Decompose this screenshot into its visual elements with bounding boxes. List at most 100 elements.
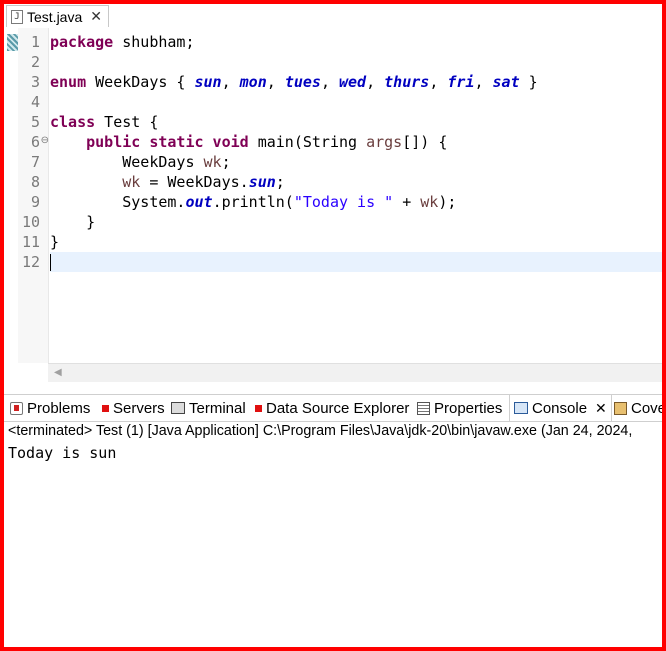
- keyword: class: [50, 113, 96, 131]
- keyword: package: [50, 33, 114, 51]
- code-text: +: [393, 193, 421, 211]
- editor-tab-label: Test.java: [27, 8, 83, 25]
- line-number: 1: [30, 33, 40, 51]
- code-text: System.: [122, 193, 186, 211]
- parameter: args: [366, 133, 403, 151]
- line-number: 9: [30, 193, 40, 211]
- code-line-7: WeekDays wk;: [50, 152, 231, 172]
- code-text-area[interactable]: package shubham; enum WeekDays { sun, mo…: [50, 28, 662, 363]
- keyword: public static void: [86, 133, 249, 151]
- code-text: ;: [221, 153, 231, 171]
- problems-icon: [10, 401, 23, 415]
- text-caret: [50, 254, 51, 271]
- java-file-icon: J: [11, 9, 23, 24]
- code-text: );: [438, 193, 457, 211]
- tab-properties[interactable]: Properties: [417, 395, 502, 421]
- code-text: WeekDays {: [86, 73, 195, 91]
- properties-icon: [417, 401, 430, 415]
- terminal-icon: [171, 402, 185, 414]
- tab-label: Terminal: [189, 399, 246, 417]
- enum-constant: wed: [339, 73, 367, 91]
- line-number: 8: [30, 173, 40, 191]
- code-text: shubham;: [113, 33, 195, 51]
- enum-constant: mon: [239, 73, 267, 91]
- line-number: 10: [21, 213, 40, 231]
- code-text: ,: [266, 73, 285, 91]
- line-number: 11: [21, 233, 40, 251]
- code-editor[interactable]: 1 2 3 4 5 6 ⊖ 7 8 9 10 11 12 package shu…: [4, 28, 662, 363]
- tab-label: Cove: [631, 399, 662, 417]
- console-output[interactable]: Today is sun: [8, 444, 116, 462]
- scroll-left-arrow-icon[interactable]: ◀: [54, 367, 62, 378]
- close-icon[interactable]: ✕: [90, 8, 102, 25]
- tab-label: Problems: [27, 399, 91, 417]
- code-text: }: [519, 73, 538, 91]
- tab-problems[interactable]: Problems: [10, 395, 90, 421]
- coverage-icon: [614, 401, 627, 415]
- tab-label: Servers: [113, 399, 165, 417]
- code-text: ;: [275, 173, 285, 191]
- tab-label: Properties: [434, 399, 503, 417]
- tab-coverage[interactable]: Cove: [614, 395, 662, 421]
- code-line-10: }: [50, 213, 96, 231]
- keyword: enum: [50, 73, 87, 91]
- tab-data-source-explorer[interactable]: Data Source Explorer: [255, 395, 409, 421]
- editor-tab-bar: J Test.java ✕: [4, 4, 662, 29]
- line-number: 6: [30, 133, 40, 151]
- enum-constant: sun: [194, 73, 222, 91]
- enum-constant: tues: [284, 73, 321, 91]
- code-text: .println(: [212, 193, 294, 211]
- view-tab-strip: Problems Servers Terminal Data Source Ex…: [4, 394, 662, 422]
- code-text: ,: [429, 73, 448, 91]
- local-variable: wk: [122, 173, 141, 191]
- line-number: 3: [30, 73, 40, 91]
- code-text: ,: [320, 73, 339, 91]
- code-line-9: System.out.println("Today is " + wk);: [50, 192, 456, 212]
- console-description: <terminated> Test (1) [Java Application]…: [8, 423, 633, 439]
- code-text: = WeekDays.: [140, 173, 249, 191]
- code-text: []) {: [402, 133, 448, 151]
- code-line-11: }: [50, 233, 60, 251]
- tab-console[interactable]: Console ✕: [509, 395, 612, 421]
- tab-label: Data Source Explorer: [266, 399, 410, 417]
- code-text: ,: [221, 73, 240, 91]
- line-number: 7: [30, 153, 40, 171]
- tab-terminal[interactable]: Terminal: [171, 395, 246, 421]
- static-field: out: [185, 193, 213, 211]
- horizontal-scrollbar[interactable]: ◀: [48, 363, 662, 382]
- enum-constant: thurs: [384, 73, 430, 91]
- enum-constant: fri: [447, 73, 475, 91]
- line-number-gutter: 1 2 3 4 5 6 ⊖ 7 8 9 10 11 12: [18, 28, 49, 363]
- code-line-1: package shubham;: [50, 32, 195, 52]
- code-text: WeekDays: [122, 153, 204, 171]
- tab-label: Console: [532, 399, 588, 417]
- code-line-12-current: [50, 252, 662, 272]
- enum-constant: sun: [248, 173, 276, 191]
- line-number: 4: [30, 93, 40, 111]
- local-variable: wk: [420, 193, 439, 211]
- code-line-6: public static void main(String args[]) {: [50, 132, 447, 152]
- line-number: 5: [30, 113, 40, 131]
- fold-collapse-icon[interactable]: ⊖: [41, 135, 49, 146]
- ide-window: J Test.java ✕ 1 2 3 4 5 6 ⊖ 7 8 9 10 11 …: [4, 4, 662, 647]
- tab-servers[interactable]: Servers: [102, 395, 165, 421]
- code-text: main(String: [248, 133, 367, 151]
- code-text: ,: [366, 73, 385, 91]
- editor-tab-test-java[interactable]: J Test.java ✕: [6, 5, 109, 27]
- code-line-3: enum WeekDays { sun, mon, tues, wed, thu…: [50, 72, 538, 92]
- code-text: Test {: [95, 113, 159, 131]
- local-variable: wk: [203, 153, 222, 171]
- console-icon: [514, 402, 528, 414]
- servers-icon: [102, 404, 109, 412]
- close-icon[interactable]: ✕: [595, 400, 607, 417]
- data-source-icon: [255, 404, 262, 412]
- string-literal: "Today is ": [293, 193, 394, 211]
- code-line-5: class Test {: [50, 112, 158, 132]
- code-text: ,: [474, 73, 493, 91]
- line-number: 12: [21, 253, 40, 271]
- line-number: 2: [30, 53, 40, 71]
